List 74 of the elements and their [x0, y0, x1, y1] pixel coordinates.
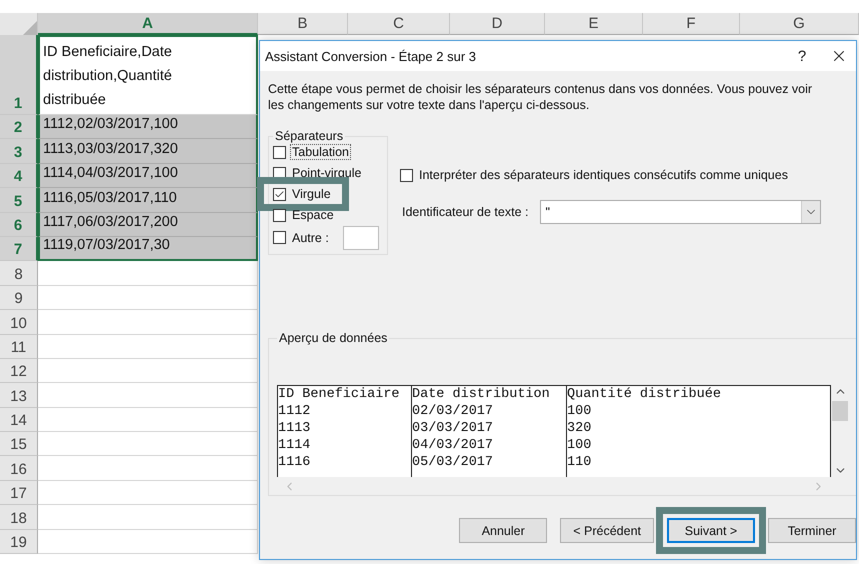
column-header[interactable]: A — [38, 13, 258, 35]
help-button[interactable]: ? — [782, 48, 822, 64]
row-header[interactable]: 7 — [0, 236, 38, 262]
preview-value: 1113 — [278, 420, 312, 437]
column-header[interactable]: B — [258, 13, 348, 35]
dialog-button[interactable]: Annuler — [459, 518, 548, 543]
checkbox-label[interactable]: Point-virgule — [290, 165, 364, 182]
checkbox[interactable] — [273, 188, 286, 201]
checkbox[interactable] — [273, 146, 286, 159]
preview-value: 110 — [567, 454, 592, 471]
group-legend: Séparateurs — [273, 129, 346, 143]
row-header[interactable]: 12 — [0, 358, 38, 384]
column-header[interactable]: E — [545, 13, 643, 35]
checkbox-label[interactable]: Virgule — [290, 186, 333, 202]
preview-value: 1116 — [278, 454, 312, 471]
checkbox[interactable] — [273, 208, 286, 222]
row-header[interactable]: 16 — [0, 456, 38, 481]
dialog-button[interactable]: Terminer — [768, 518, 856, 543]
row-header[interactable]: 2 — [0, 115, 38, 140]
preview-header: ID Beneficiaire — [278, 386, 401, 403]
column-header[interactable]: G — [740, 13, 859, 35]
row-header[interactable]: 6 — [0, 212, 38, 237]
table-cell: 1119,07/03/2017,30 — [38, 236, 258, 262]
table-cell: 1112,02/03/2017,100 — [38, 115, 258, 140]
table-cell: 1113,03/03/2017,320 — [38, 139, 258, 164]
row-header[interactable]: 17 — [0, 480, 38, 506]
row-header[interactable]: 10 — [0, 310, 38, 335]
row-header[interactable]: 18 — [0, 505, 38, 530]
preview-value: 1114 — [278, 437, 312, 454]
preview-value: 1112 — [278, 403, 312, 420]
preview-value: 02/03/2017 — [412, 403, 494, 420]
preview-value: 05/03/2017 — [412, 454, 494, 471]
checkbox-label[interactable]: Interpréter des séparateurs identiques consécutifs comme uniques — [417, 167, 790, 184]
corner-triangle-icon — [23, 21, 37, 35]
table-cell: ID Beneficiaire,Date distribution,Quantité distribuée — [38, 35, 258, 115]
dialog-button[interactable]: Suivant > — [667, 518, 755, 543]
row-header[interactable]: 15 — [0, 432, 38, 456]
dialog-button[interactable]: < Précédent — [560, 518, 654, 543]
preview-value: 100 — [567, 437, 592, 454]
preview-value: 04/03/2017 — [412, 437, 494, 454]
row-header[interactable]: 14 — [0, 408, 38, 432]
row-header[interactable]: 3 — [0, 139, 38, 164]
input-field[interactable] — [342, 226, 379, 250]
check-icon — [274, 188, 285, 200]
preview-value: 320 — [567, 420, 592, 437]
checkbox[interactable] — [273, 231, 286, 244]
window-title: Assistant Conversion - Étape 2 sur 3 — [265, 48, 477, 64]
preview-value: 100 — [567, 403, 592, 420]
row-header[interactable]: 9 — [0, 286, 38, 310]
row-header[interactable]: 19 — [0, 530, 38, 554]
preview-value: 03/03/2017 — [412, 420, 494, 437]
row-header[interactable]: 1 — [0, 35, 38, 115]
table-cell: 1114,04/03/2017,100 — [38, 164, 258, 188]
row-header[interactable]: 8 — [0, 261, 38, 286]
column-header[interactable]: C — [348, 13, 450, 35]
checkbox[interactable] — [400, 168, 413, 182]
row-header[interactable]: 13 — [0, 383, 38, 408]
checkbox-label[interactable]: Autre : — [290, 230, 331, 246]
column-header[interactable]: F — [643, 13, 740, 35]
row-header[interactable]: 4 — [0, 164, 38, 188]
scrollbar-thumb[interactable] — [832, 401, 848, 421]
preview-header: Date distribution — [412, 386, 551, 403]
column-header[interactable]: D — [450, 13, 545, 35]
row-header[interactable]: 11 — [0, 334, 38, 359]
checkbox-label[interactable]: Tabulation — [290, 144, 351, 160]
description-text: Cette étape vous permet de choisir les séparateurs contenus dans vos données. Vous pouvez voir les changements sur votre texte dans l'aperçu ci-dessous. — [268, 81, 814, 113]
table-cell: 1117,06/03/2017,200 — [38, 212, 258, 237]
group-legend: Aperçu de données — [277, 331, 390, 345]
field-label: Identificateur de texte : — [401, 204, 530, 220]
checkbox-label[interactable]: Espace — [290, 207, 336, 224]
preview-header: Quantité distribuée — [567, 386, 722, 403]
table-cell: 1116,05/03/2017,110 — [38, 188, 258, 213]
row-header[interactable]: 5 — [0, 188, 38, 213]
text-qualifier-dropdown[interactable]: " — [540, 200, 822, 224]
